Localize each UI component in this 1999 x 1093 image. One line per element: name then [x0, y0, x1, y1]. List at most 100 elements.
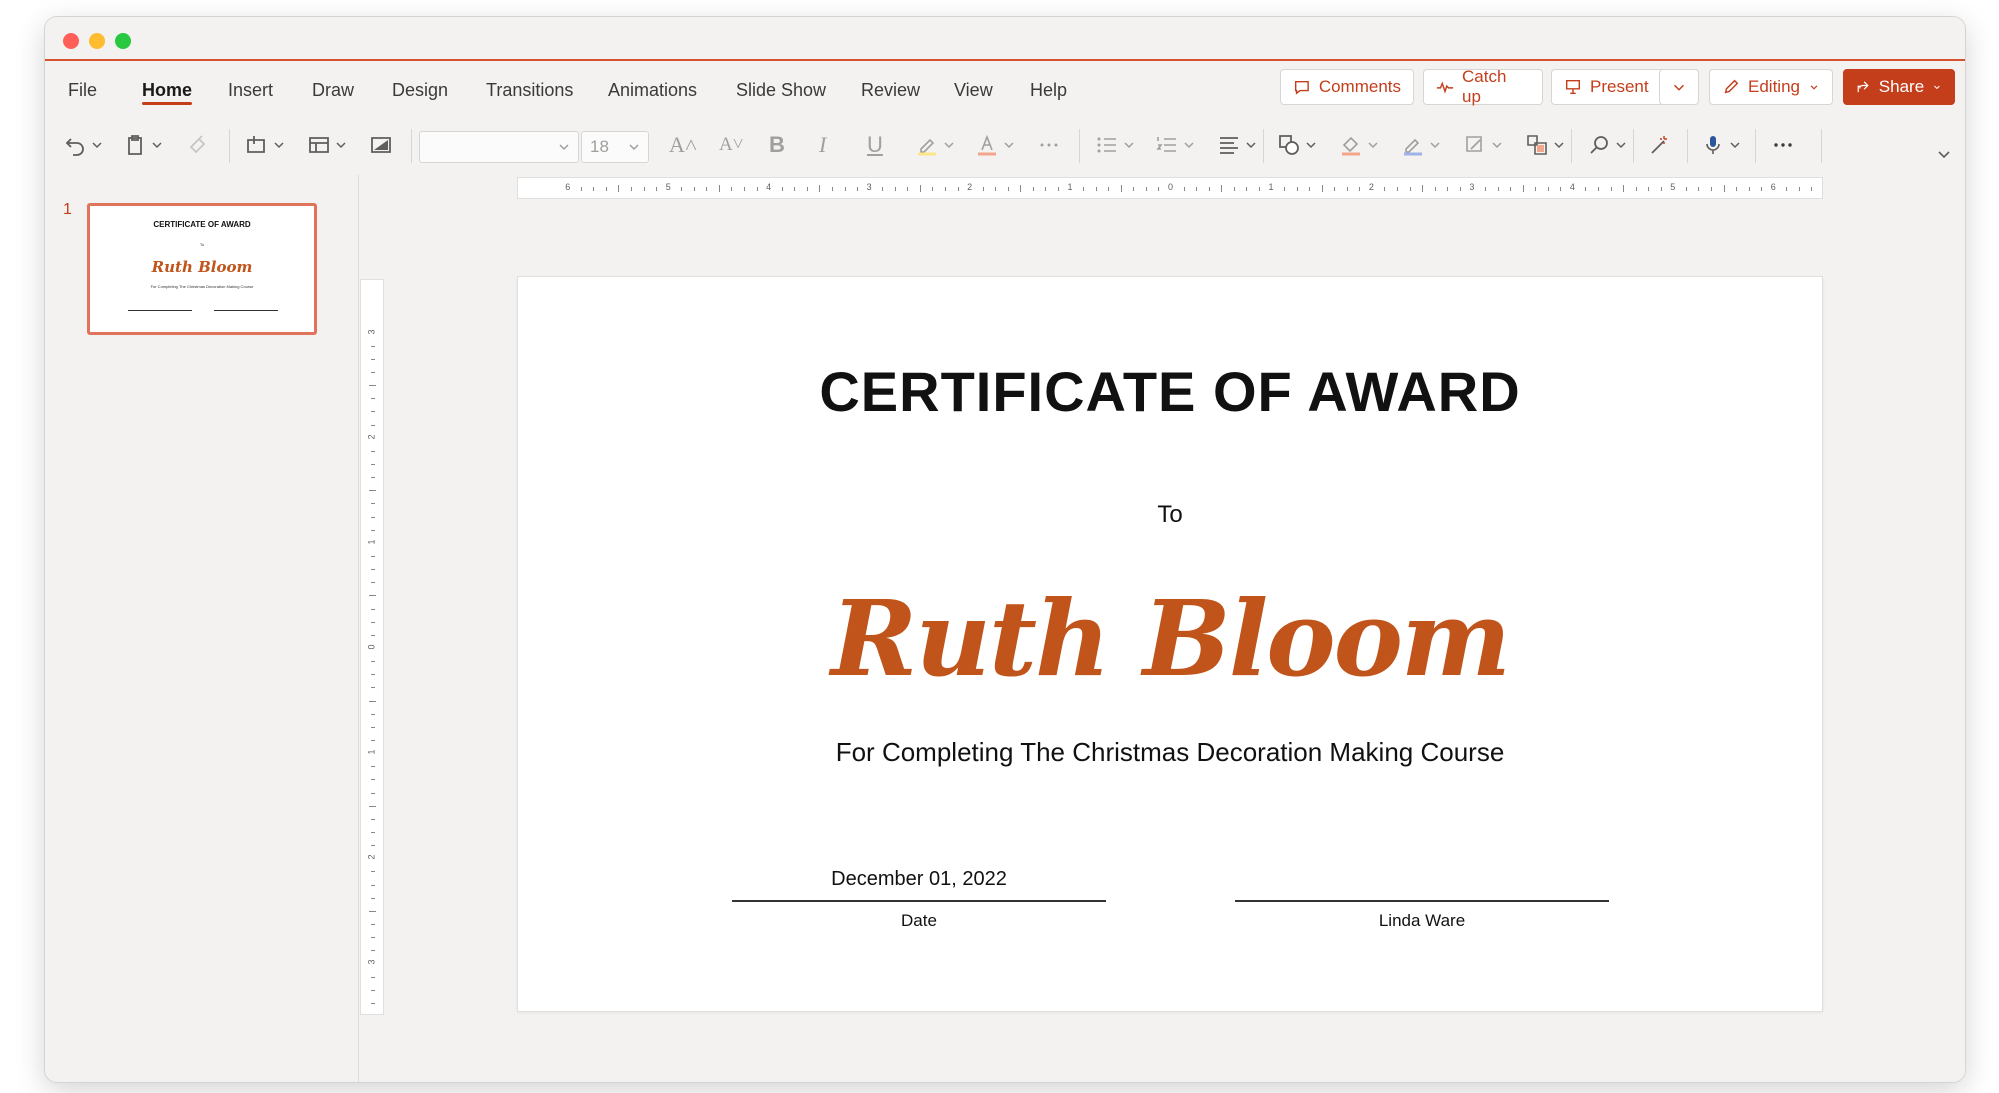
maximize-window-button[interactable] — [115, 33, 131, 49]
editing-mode-button[interactable]: Editing — [1709, 69, 1833, 105]
ruler-tick — [371, 832, 375, 833]
share-button[interactable]: Share — [1843, 69, 1955, 105]
comment-icon — [1294, 80, 1309, 95]
chevron-down-icon — [559, 144, 569, 151]
ruler-tick — [693, 187, 695, 191]
format-background-button[interactable] — [369, 127, 393, 163]
layout-button[interactable] — [307, 127, 347, 163]
ruler-tick — [1484, 187, 1486, 191]
tab-help[interactable]: Help — [1030, 63, 1067, 117]
ruler-tick — [1710, 187, 1712, 191]
signer-signature-line[interactable] — [1235, 900, 1609, 902]
more-icon — [1040, 143, 1058, 147]
bold-button[interactable]: B — [769, 127, 785, 163]
ribbon-tabs: File Home Insert Draw Design Transitions… — [45, 63, 1965, 117]
certificate-title[interactable]: CERTIFICATE OF AWARD — [518, 359, 1822, 424]
date-signature-line[interactable] — [732, 900, 1106, 902]
shapes-button[interactable] — [1277, 127, 1317, 163]
close-window-button[interactable] — [63, 33, 79, 49]
minimize-window-button[interactable] — [89, 33, 105, 49]
slide-canvas[interactable]: CERTIFICATE OF AWARD To Ruth Bloom For C… — [517, 276, 1823, 1012]
ruler-tick — [1447, 187, 1449, 191]
signer-name[interactable]: Linda Ware — [1235, 911, 1609, 931]
ruler-tick — [371, 976, 375, 978]
arrange-button[interactable] — [1525, 127, 1565, 163]
ruler-tick — [371, 950, 375, 952]
chevron-down-icon — [1934, 85, 1940, 90]
ruler-tick — [806, 187, 808, 191]
toolbar-separator — [1687, 129, 1688, 163]
ruler-label: 3 — [866, 182, 872, 192]
tab-draw[interactable]: Draw — [312, 63, 354, 117]
tab-view[interactable]: View — [954, 63, 993, 117]
font-size-dropdown[interactable]: 18 — [581, 131, 649, 163]
slide-thumbnail[interactable]: CERTIFICATE OF AWARD To Ruth Bloom For C… — [87, 203, 317, 335]
chevron-down-icon — [1124, 142, 1134, 149]
ruler-tick — [1057, 187, 1059, 191]
decrease-font-size-button[interactable]: A˅ — [719, 127, 743, 163]
font-color-button[interactable] — [975, 127, 1015, 163]
numbering-button[interactable] — [1155, 127, 1195, 163]
tab-animations[interactable]: Animations — [608, 63, 697, 117]
tab-home[interactable]: Home — [142, 63, 193, 117]
underline-button[interactable]: U — [867, 127, 883, 163]
catch-up-button[interactable]: Catch up — [1423, 67, 1543, 106]
tab-design[interactable]: Design — [392, 63, 448, 117]
layout-icon — [309, 137, 329, 153]
award-reason[interactable]: For Completing The Christmas Decoration … — [518, 737, 1822, 768]
shape-outline-button[interactable] — [1401, 127, 1441, 163]
ruler-tick — [1535, 187, 1537, 191]
ruler-tick — [371, 556, 375, 557]
ruler-tick — [371, 398, 375, 400]
ruler-tick — [944, 187, 946, 191]
more-font-options-button[interactable] — [1037, 127, 1061, 163]
certificate-to-label[interactable]: To — [518, 501, 1822, 529]
ruler-tick — [1233, 187, 1235, 191]
format-painter-button[interactable] — [187, 127, 211, 163]
tab-review[interactable]: Review — [861, 63, 920, 117]
new-slide-button[interactable] — [245, 127, 285, 163]
ruler-label: 0 — [1168, 182, 1174, 192]
highlight-button[interactable] — [915, 127, 955, 163]
more-options-button[interactable] — [1771, 127, 1795, 163]
paste-button[interactable] — [123, 127, 163, 163]
ruler-label: 1 — [366, 749, 377, 755]
ruler-tick — [1020, 185, 1022, 192]
ruler-tick — [1321, 185, 1323, 192]
tab-insert[interactable]: Insert — [228, 63, 273, 117]
toolbar-separator — [1079, 129, 1080, 163]
ruler-tick — [919, 185, 921, 192]
find-button[interactable] — [1587, 127, 1627, 163]
recipient-name[interactable]: Ruth Bloom — [518, 577, 1822, 700]
date-value[interactable]: December 01, 2022 — [732, 868, 1106, 891]
dictate-button[interactable] — [1701, 127, 1741, 163]
bullets-button[interactable] — [1095, 127, 1135, 163]
tab-file[interactable]: File — [68, 63, 97, 117]
ruler-tick — [718, 185, 720, 192]
comments-button[interactable]: Comments — [1280, 69, 1414, 105]
ruler-tick — [1258, 187, 1260, 191]
tab-slide-show[interactable]: Slide Show — [736, 63, 826, 117]
increase-font-size-button[interactable]: A˄ — [669, 127, 697, 163]
align-button[interactable] — [1217, 127, 1257, 163]
highlight-icon — [918, 138, 936, 156]
undo-button[interactable] — [63, 127, 103, 163]
date-label[interactable]: Date — [732, 911, 1106, 931]
collapse-ribbon-icon[interactable] — [1937, 147, 1951, 161]
shape-fill-button[interactable] — [1339, 127, 1379, 163]
vertical-ruler: 3 2 1 0 1 2 3 — [360, 279, 384, 1015]
present-dropdown-button[interactable] — [1659, 69, 1699, 105]
ruler-tick — [1648, 187, 1650, 191]
ruler-tick — [1397, 187, 1399, 191]
ruler-tick — [681, 187, 683, 191]
ruler-tick — [1547, 187, 1549, 191]
ruler-tick — [744, 187, 746, 191]
ruler-tick — [1346, 187, 1348, 191]
shape-effects-button[interactable] — [1463, 127, 1503, 163]
designer-button[interactable] — [1647, 127, 1671, 163]
italic-button[interactable]: I — [819, 127, 826, 163]
underline-icon: U — [867, 132, 883, 157]
tab-transitions[interactable]: Transitions — [486, 63, 573, 117]
ruler-tick — [1635, 187, 1637, 191]
font-name-dropdown[interactable] — [419, 131, 579, 163]
